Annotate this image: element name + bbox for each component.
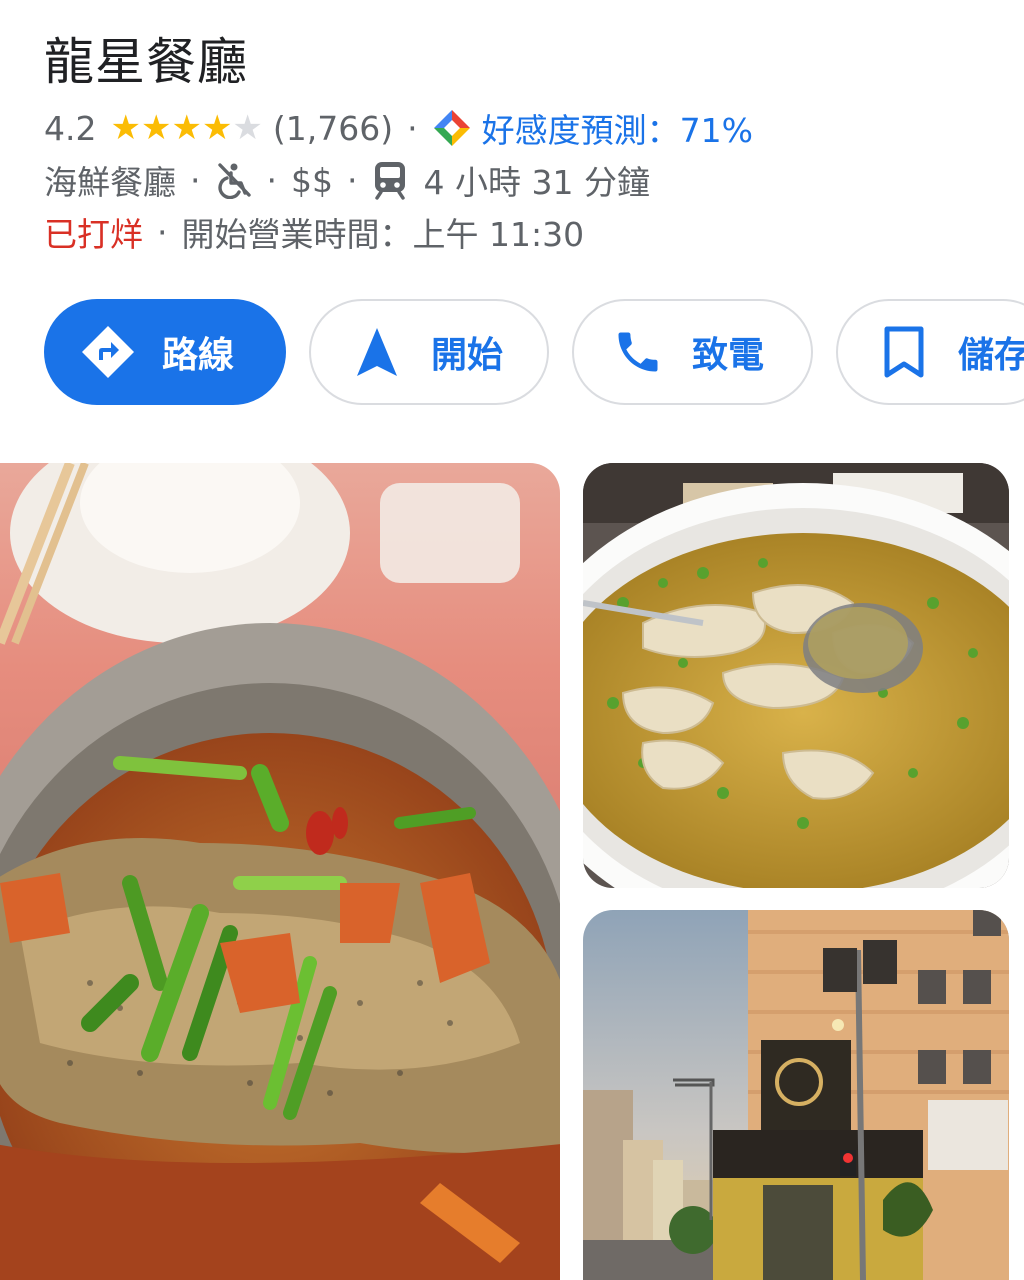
star-icon: ★ <box>201 108 233 148</box>
separator: · <box>157 212 168 252</box>
restaurant-exterior-photo[interactable] <box>583 910 1009 1280</box>
bookmark-icon <box>876 324 932 380</box>
hours-row[interactable]: 已打烊 · 開始營業時間：上午 11:30 <box>44 208 584 256</box>
prediction-score-link[interactable]: 好感度預測：71% <box>482 104 753 152</box>
steamed-fish-photo[interactable] <box>0 463 560 1280</box>
phone-icon <box>610 324 666 380</box>
price-level: $$ <box>291 160 333 200</box>
call-button[interactable]: 致電 <box>572 299 813 405</box>
details-row: 海鮮餐廳 · · $$ · 4 小時 31 分鐘 <box>44 156 650 204</box>
google-prediction-icon <box>433 110 470 146</box>
opening-hours: 開始營業時間：上午 11:30 <box>181 215 585 254</box>
place-title: 龍星餐廳 <box>44 33 248 91</box>
separator: · <box>407 108 418 148</box>
open-status: 已打烊 <box>44 215 143 254</box>
rating-value: 4.2 <box>44 108 97 148</box>
directions-button[interactable]: 路線 <box>44 299 286 405</box>
start-label: 開始 <box>431 335 504 376</box>
review-count[interactable]: (1,766) <box>273 109 393 148</box>
directions-label: 路線 <box>162 335 235 376</box>
not-wheelchair-accessible-icon <box>217 163 251 199</box>
star-icon: ★ <box>140 108 172 148</box>
separator: · <box>266 160 278 200</box>
category-label: 海鮮餐廳 <box>44 163 176 202</box>
rating-row: 4.2 ★ ★ ★ ★ ★ (1,766) · 好感度預測：71% <box>44 104 753 152</box>
star-icon: ★ <box>171 108 202 148</box>
start-button[interactable]: 開始 <box>309 299 549 405</box>
star-rating[interactable]: ★ ★ ★ ★ ★ <box>110 111 262 145</box>
transit-duration: 4 小時 31 分鐘 <box>423 163 650 202</box>
separator: · <box>347 160 358 200</box>
directions-icon <box>80 324 136 380</box>
separator: · <box>190 160 201 200</box>
fish-soup-photo[interactable] <box>583 463 1009 888</box>
call-label: 致電 <box>692 335 765 376</box>
save-button[interactable]: 儲存 <box>836 299 1024 405</box>
navigation-arrow-icon <box>349 324 405 380</box>
star-icon: ★ <box>110 108 141 148</box>
transit-icon <box>374 162 405 200</box>
star-icon: ★ <box>232 108 263 148</box>
save-label: 儲存 <box>958 335 1024 376</box>
